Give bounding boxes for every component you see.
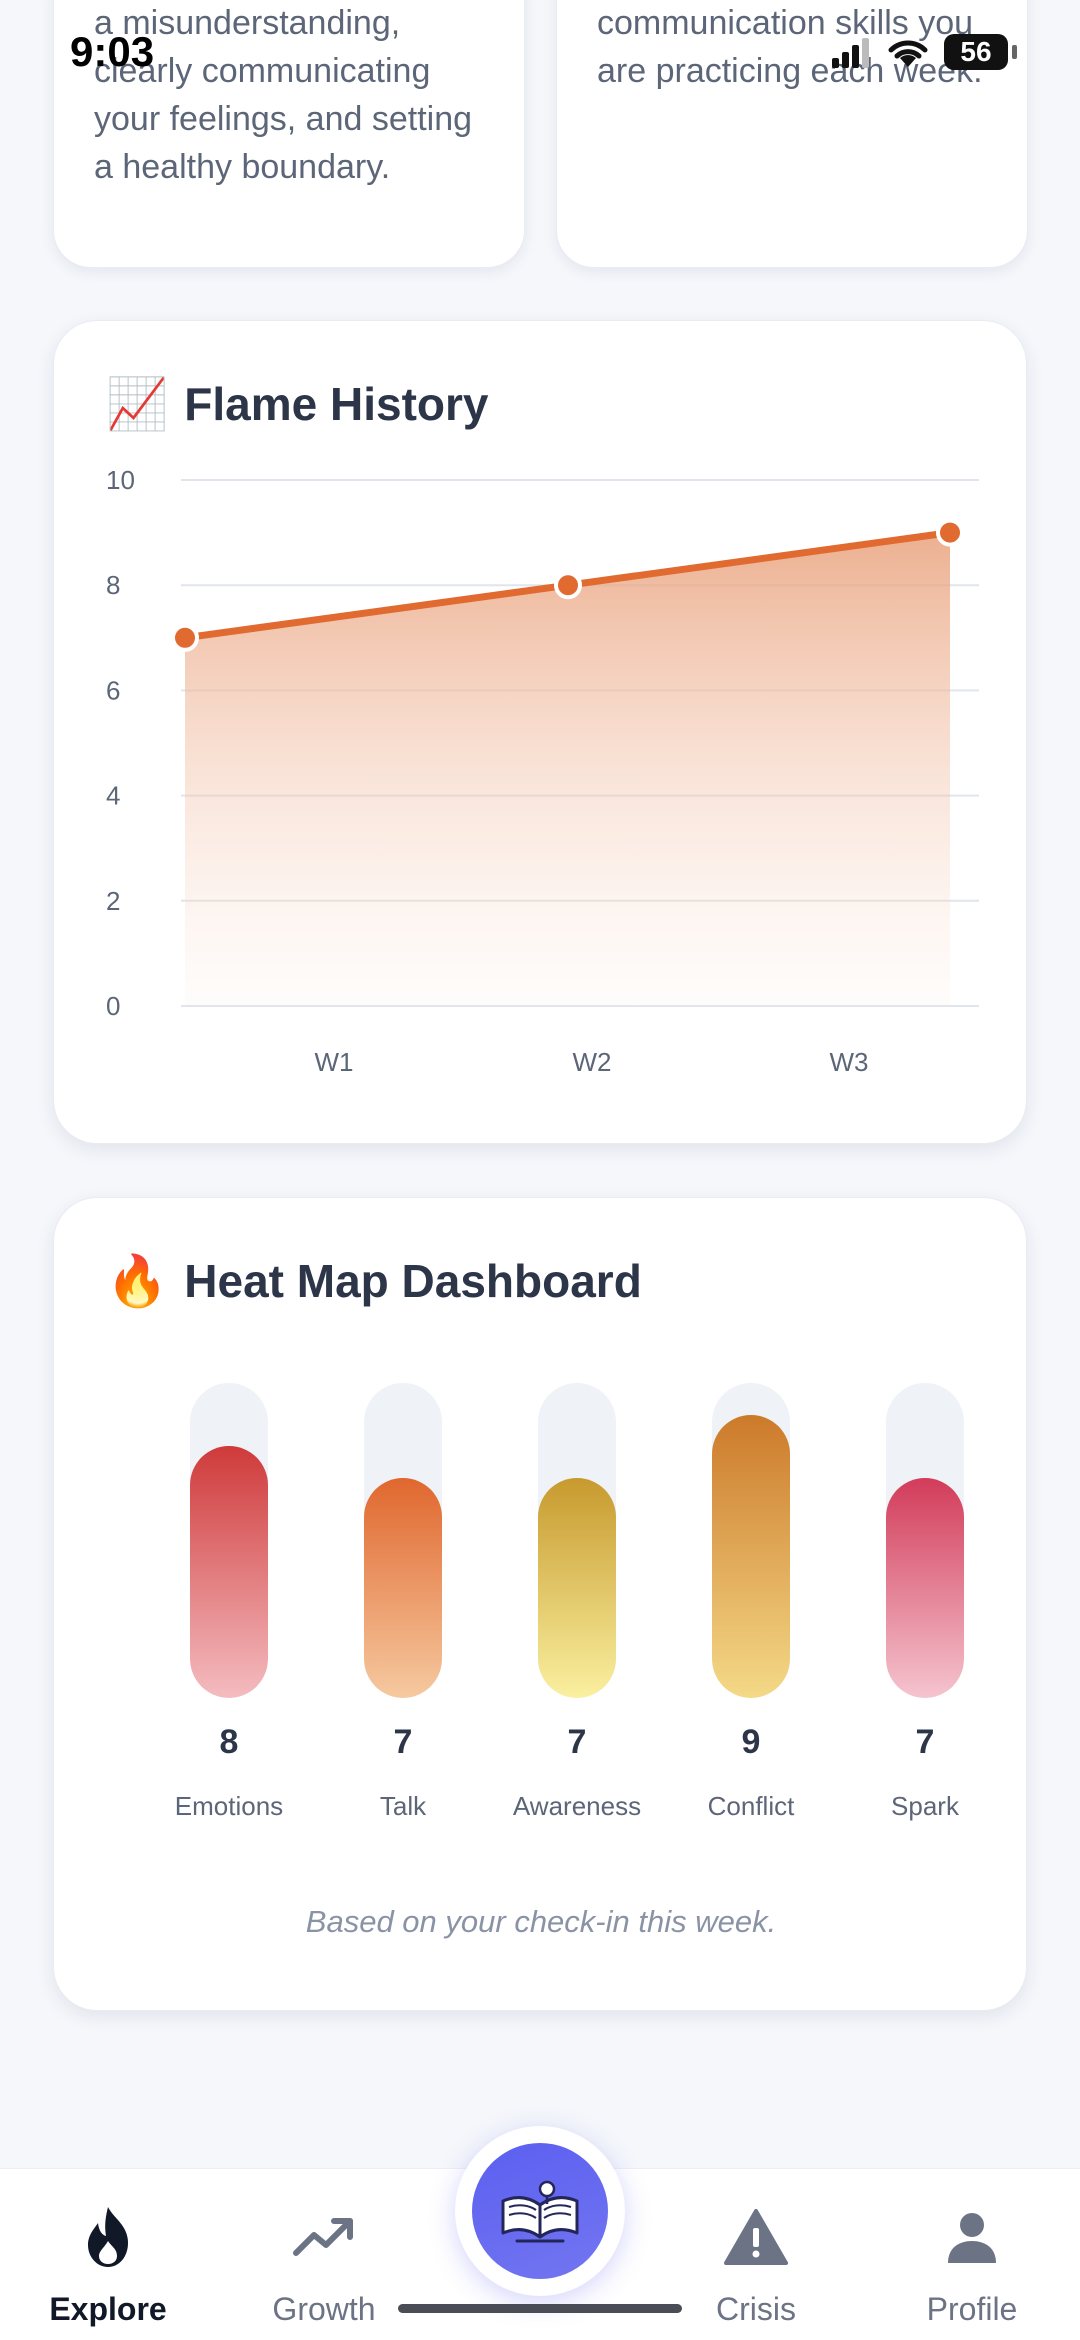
nav-explore-label: Explore (49, 2291, 167, 2327)
y-tick-label: 0 (106, 991, 120, 1021)
journal-button[interactable] (472, 2143, 608, 2279)
heat-bar-track (190, 1383, 268, 1698)
heat-map-title: 🔥 Heat Map Dashboard (106, 1254, 642, 1308)
heat-bar-track (364, 1383, 442, 1698)
nav-profile-label: Profile (926, 2291, 1018, 2327)
heat-bar-label: Conflict (707, 1791, 795, 1821)
y-tick-label: 8 (106, 570, 120, 600)
y-tick-label: 10 (106, 465, 135, 495)
heat-bar-fill (886, 1477, 964, 1698)
y-tick-label: 6 (106, 675, 120, 705)
heat-bar-value: 7 (393, 1723, 413, 1761)
heat-bar-fill (712, 1414, 790, 1698)
heat-map-title-text: Heat Map Dashboard (184, 1255, 642, 1307)
wifi-icon (888, 40, 928, 67)
flame-history-card: 📈 Flame History 0 2 4 6 8 10 W1 W2 W3 (53, 320, 1027, 1144)
heat-bar-fill (364, 1477, 442, 1698)
heat-bar-value: 9 (741, 1723, 761, 1761)
heat-bar-value: 8 (219, 1723, 239, 1761)
warning-icon (724, 2209, 788, 2265)
heat-bar-track (886, 1383, 964, 1698)
status-time: 9:03 (70, 28, 155, 75)
heat-bar-value: 7 (915, 1723, 935, 1761)
nav-profile[interactable]: Profile (864, 2197, 1080, 2328)
heat-bar-value: 7 (567, 1723, 587, 1761)
x-tick-label: W3 (830, 1047, 869, 1077)
signal-icon (832, 38, 869, 68)
home-indicator[interactable] (398, 2304, 682, 2313)
heat-map-bars: 8 Emotions 7 Talk 7 Awareness 9 Conflict 7 Spark (134, 1383, 964, 1821)
flame-icon (88, 2207, 128, 2267)
fire-icon: 🔥 (106, 1253, 169, 1309)
nav-explore[interactable]: Explore (0, 2197, 216, 2328)
battery-icon: 56 (944, 34, 1017, 70)
status-bar: 9:03 56 (0, 0, 1080, 110)
y-tick-label: 4 (106, 781, 120, 811)
y-tick-label: 2 (106, 886, 120, 916)
heat-map-note: Based on your check-in this week. (305, 1904, 777, 1939)
heat-bar-track (538, 1383, 616, 1698)
x-tick-label: W2 (573, 1047, 612, 1077)
series-area (185, 532, 950, 1006)
data-point (554, 571, 582, 600)
x-tick-label: W1 (315, 1047, 354, 1077)
heat-bar-label: Talk (379, 1791, 427, 1821)
heat-bar-label: Spark (891, 1791, 959, 1821)
flame-history-chart: 0 2 4 6 8 10 W1 W2 W3 (106, 465, 979, 1077)
status-icons: 56 (832, 34, 1017, 70)
heat-bar-fill (538, 1477, 616, 1698)
heat-bar-label: Emotions (174, 1791, 284, 1821)
heat-map-card: 🔥 Heat Map Dashboard 8 Emotions 7 Talk 7 Awar… (53, 1197, 1027, 2011)
open-book-icon (501, 2180, 579, 2243)
heat-bar-track (712, 1383, 790, 1698)
data-point (936, 518, 964, 547)
trending-up-icon (293, 2218, 353, 2256)
heat-bar-label: Awareness (512, 1791, 642, 1821)
person-icon (948, 2213, 996, 2263)
app-screen: 9:03 56 a misunderstanding, clearly comm… (0, 0, 1080, 2340)
data-point (171, 623, 199, 652)
heat-bar-fill (190, 1446, 268, 1698)
